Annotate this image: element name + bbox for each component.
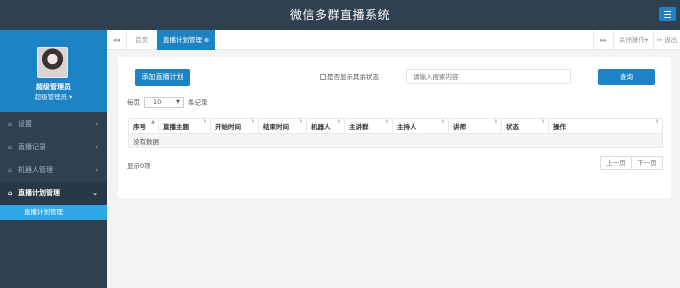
add-live-plan-button[interactable]: 添加直播计划 bbox=[135, 69, 190, 86]
page-size-select[interactable]: 10 ▼ bbox=[144, 97, 184, 108]
column-header[interactable]: 讲师 ⇕ bbox=[448, 118, 502, 134]
avatar[interactable] bbox=[37, 47, 68, 78]
home-icon: ⌂ bbox=[8, 190, 13, 197]
tab-live-plan-management[interactable]: 直播计划管理 ⊗ bbox=[157, 30, 216, 50]
sort-icon: ⇕ bbox=[250, 119, 255, 125]
home-icon: ⌂ bbox=[8, 144, 12, 151]
column-header[interactable]: 主讲群 ⇕ bbox=[344, 118, 393, 134]
chevron-left-icon: ‹ bbox=[95, 120, 98, 128]
checkbox-label: 是否显示其余状态 bbox=[327, 73, 379, 81]
table-row-empty: 没有数据 bbox=[128, 133, 663, 148]
sidebar-subitem-live-plan-management[interactable]: 直播计划管理 bbox=[0, 205, 107, 220]
next-page-button[interactable]: 下一页 bbox=[631, 156, 663, 170]
pagination-info: 显示0项 bbox=[127, 162, 151, 170]
sidebar: 超级管理员 超级管理员 ▾ ⌂ 设置 ‹ ⌂ 直播记录 ‹ ⌂ 机器人管理 ‹ ⌂ 直播… bbox=[0, 30, 107, 288]
column-header[interactable]: 机器人 ⇕ bbox=[306, 118, 345, 134]
tab-label: 直播计划管理 bbox=[163, 36, 202, 44]
sort-icon: ⇕ bbox=[298, 119, 303, 125]
table-header-row: 序号 ▲ 直播主题 ⇕ 开始时间 ⇕ 结束时间 ⇕ 机器人 ⇕ 主讲群 ⇕ 主持人 ⇕ 讲师 ⇕… bbox=[128, 118, 663, 134]
query-button[interactable]: 查询 bbox=[598, 69, 655, 85]
chevron-down-icon: ⌄ bbox=[92, 189, 98, 197]
search-input[interactable] bbox=[406, 69, 571, 84]
column-header[interactable]: 开始时间 ⇕ bbox=[210, 118, 259, 134]
hamburger-icon[interactable] bbox=[659, 7, 676, 21]
column-header[interactable]: 主持人 ⇕ bbox=[392, 118, 449, 134]
app-title: 微信多群直播系统 bbox=[289, 8, 390, 22]
sidebar-item-label: 直播记录 bbox=[18, 143, 46, 151]
tabs-bar: ◂◂ 首页 直播计划管理 ⊗ ▸▸ 关闭操作▾ ↦ 退出 bbox=[107, 30, 680, 50]
chevron-left-icon: ‹ bbox=[95, 166, 98, 174]
top-bar: 微信多群直播系统 bbox=[0, 0, 680, 30]
sort-icon: ⇕ bbox=[336, 119, 341, 125]
live-plan-table: 序号 ▲ 直播主题 ⇕ 开始时间 ⇕ 结束时间 ⇕ 机器人 ⇕ 主讲群 ⇕ 主持人 ⇕ 讲师 ⇕… bbox=[128, 118, 663, 148]
user-role-dropdown[interactable]: 超级管理员 ▾ bbox=[0, 91, 107, 101]
column-header[interactable]: 结束时间 ⇕ bbox=[258, 118, 307, 134]
page-size-prefix: 每页 bbox=[127, 98, 140, 107]
checkbox-box[interactable] bbox=[320, 74, 326, 80]
page-size-suffix: 条记录 bbox=[188, 98, 208, 107]
sort-icon: ⇕ bbox=[384, 119, 389, 125]
sidebar-item-live-records[interactable]: ⌂ 直播记录 ‹ bbox=[0, 136, 107, 159]
close-icon[interactable]: ⊗ bbox=[204, 37, 209, 44]
prev-page-button[interactable]: 上一页 bbox=[600, 156, 632, 170]
sidebar-item-live-plan-management[interactable]: ⌂ 直播计划管理 ⌄ bbox=[0, 182, 107, 205]
caret-down-icon: ▼ bbox=[176, 99, 180, 105]
home-icon: ⌂ bbox=[8, 167, 12, 174]
empty-table-message: 没有数据 bbox=[128, 133, 663, 148]
sort-icon: ⇕ bbox=[202, 119, 207, 125]
sort-icon: ⇕ bbox=[440, 119, 445, 125]
sort-icon: ⇕ bbox=[493, 119, 498, 125]
column-header[interactable]: 操作 ⇕ bbox=[548, 118, 663, 134]
sort-icon: ⇕ bbox=[654, 119, 659, 125]
column-header[interactable]: 直播主题 ⇕ bbox=[158, 118, 211, 134]
home-icon: ⌂ bbox=[8, 121, 12, 128]
sidebar-nav: ⌂ 设置 ‹ ⌂ 直播记录 ‹ ⌂ 机器人管理 ‹ ⌂ 直播计划管理 ⌄ 直播计划管理 bbox=[0, 113, 107, 220]
column-header[interactable]: 状态 ⇕ bbox=[501, 118, 549, 134]
chevron-left-icon: ‹ bbox=[95, 143, 98, 151]
sidebar-item-label: 设置 bbox=[18, 120, 32, 128]
sort-asc-icon: ▲ bbox=[151, 119, 155, 125]
close-operations-dropdown[interactable]: 关闭操作▾ bbox=[613, 30, 653, 50]
sidebar-item-robot-management[interactable]: ⌂ 机器人管理 ‹ bbox=[0, 159, 107, 182]
content-card: 添加直播计划 是否显示其余状态 查询 每页 10 ▼ 条记录 序号▲ 直播主题⇕ 开始… bbox=[118, 57, 671, 198]
column-header[interactable]: 序号 ▲ bbox=[128, 118, 159, 134]
page-size-control: 每页 10 ▼ 条记录 bbox=[127, 97, 208, 109]
page-size-value: 10 bbox=[153, 98, 162, 106]
sort-icon: ⇕ bbox=[540, 119, 545, 125]
tab-home[interactable]: 首页 bbox=[129, 30, 154, 50]
sidebar-item-label: 机器人管理 bbox=[18, 166, 53, 174]
logout-button[interactable]: ↦ 退出 bbox=[653, 30, 680, 50]
sidebar-item-label: 直播计划管理 bbox=[18, 189, 60, 197]
sidebar-item-settings[interactable]: ⌂ 设置 ‹ bbox=[0, 113, 107, 136]
tabs-prev-button[interactable]: ◂◂ bbox=[107, 30, 127, 50]
profile-panel: 超级管理员 超级管理员 ▾ bbox=[0, 30, 107, 112]
tabs-next-button[interactable]: ▸▸ bbox=[593, 30, 613, 50]
show-other-status-checkbox[interactable]: 是否显示其余状态 bbox=[320, 71, 379, 81]
